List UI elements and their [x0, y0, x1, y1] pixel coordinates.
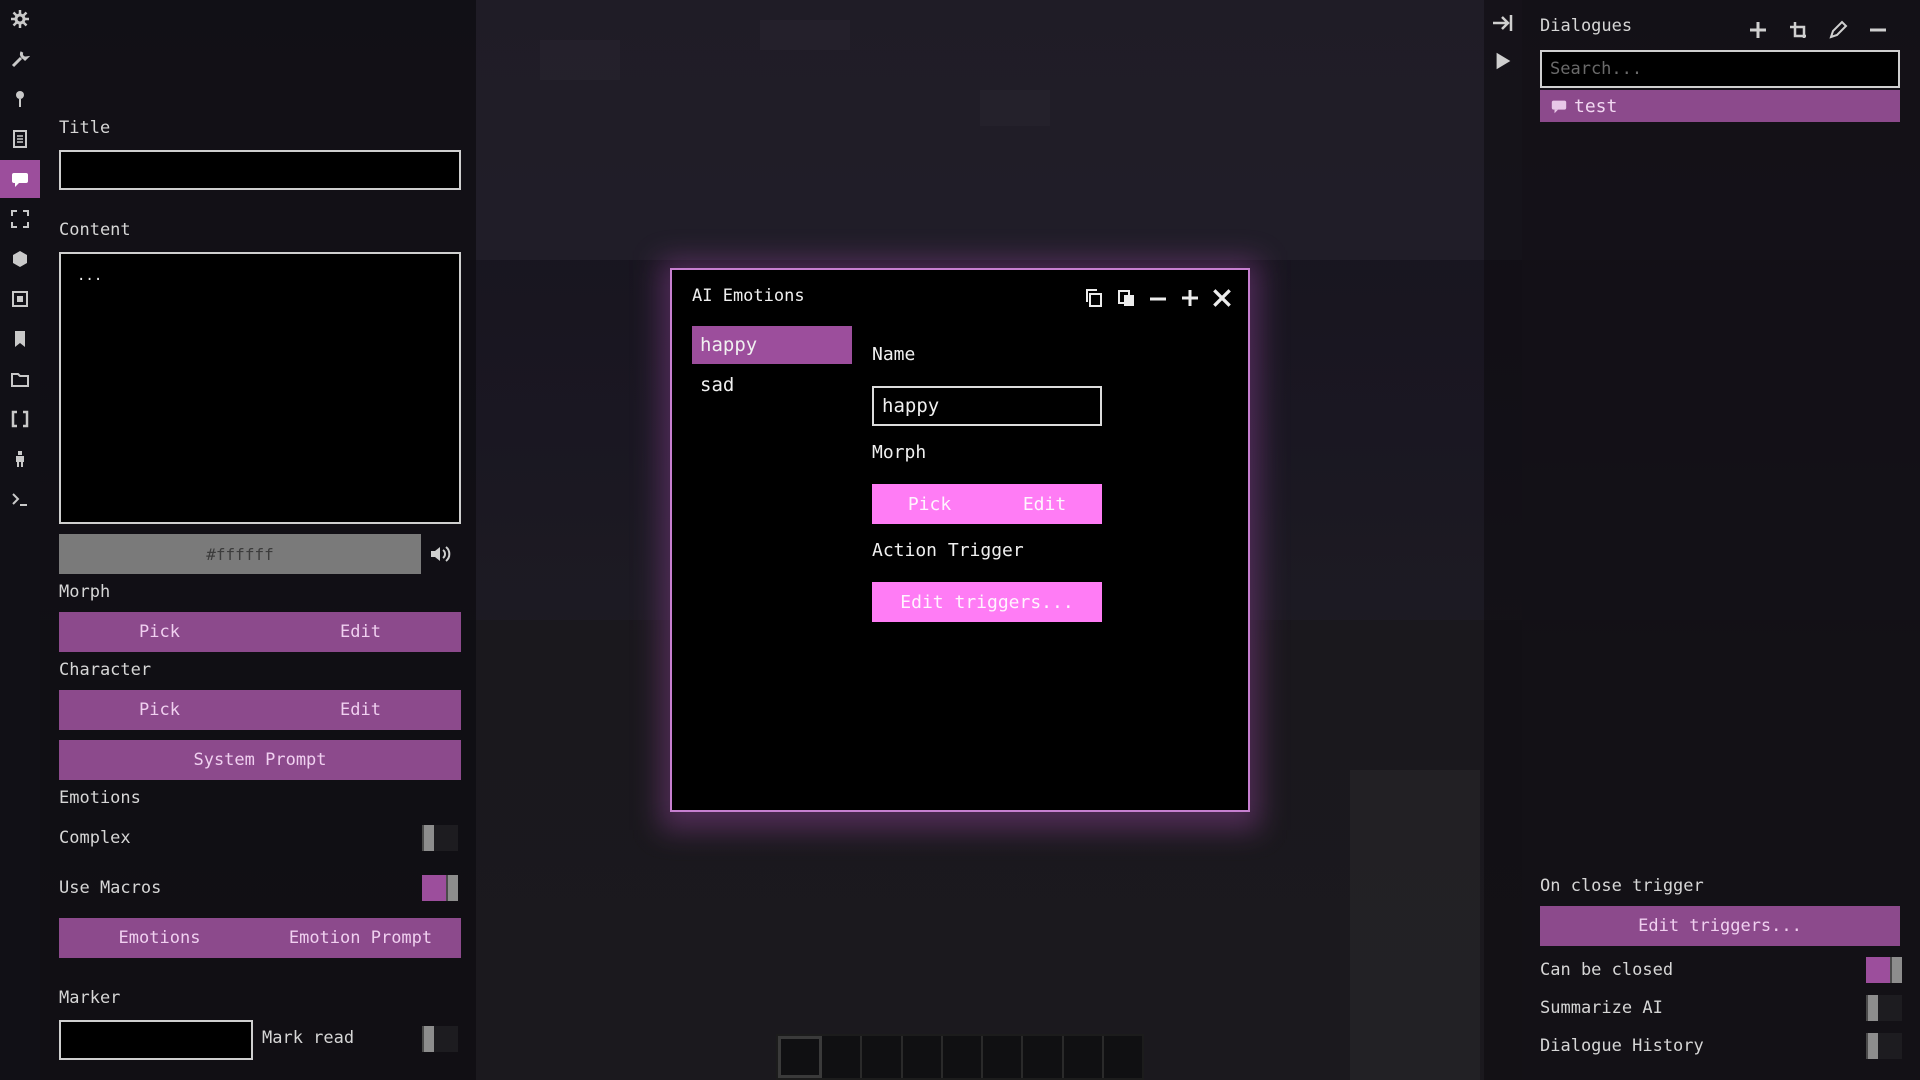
character-edit-button[interactable]: Edit — [260, 690, 461, 730]
marker-label: Marker — [59, 988, 121, 1008]
content-textarea[interactable]: ... — [59, 252, 461, 524]
morph-label: Morph — [59, 582, 111, 602]
modal-title: AI Emotions — [692, 286, 805, 306]
system-prompt-label: System Prompt — [193, 750, 327, 770]
toggle-knob — [1866, 1033, 1878, 1059]
ai-emotions-modal: AI Emotions happy sad Name happy Morph P… — [670, 268, 1250, 812]
film-icon[interactable] — [0, 280, 40, 318]
dialogue-search-input[interactable]: Search... — [1540, 50, 1900, 88]
hotbar-slot[interactable] — [1064, 1036, 1104, 1078]
on-close-edit-triggers-label: Edit triggers... — [1638, 916, 1802, 936]
content-label: Content — [59, 220, 131, 240]
hotbar — [776, 1034, 1144, 1080]
folder-icon[interactable] — [0, 360, 40, 398]
paste-icon[interactable] — [1112, 284, 1140, 312]
toggle-knob — [422, 825, 434, 851]
dialogue-list-item-label: test — [1574, 95, 1618, 117]
copy-icon[interactable] — [1080, 284, 1108, 312]
speaker-icon[interactable] — [428, 542, 454, 566]
chat-icon[interactable] — [0, 160, 40, 198]
pin-icon[interactable] — [0, 80, 40, 118]
remove-icon[interactable] — [1144, 284, 1172, 312]
dialogue-history-toggle[interactable] — [1866, 1033, 1902, 1059]
toggle-knob — [1866, 995, 1878, 1021]
toggle-knob — [422, 1026, 434, 1052]
bookmark-icon[interactable] — [0, 320, 40, 358]
fullscreen-icon[interactable] — [0, 200, 40, 238]
gear-icon[interactable] — [0, 0, 40, 38]
dialogue-history-label: Dialogue History — [1540, 1036, 1704, 1056]
can-be-closed-label: Can be closed — [1540, 960, 1674, 980]
remove-icon[interactable] — [1864, 16, 1892, 44]
emotion-list-item[interactable]: happy — [692, 326, 852, 364]
terminal-icon[interactable] — [0, 480, 40, 518]
play-icon[interactable] — [1488, 46, 1518, 76]
color-picker[interactable]: #ffffff — [59, 534, 421, 574]
figure-icon[interactable] — [0, 440, 40, 478]
use-macros-toggle[interactable] — [422, 875, 458, 901]
action-trigger-label: Action Trigger — [872, 540, 1024, 561]
add-icon[interactable] — [1176, 284, 1204, 312]
on-close-edit-triggers-button[interactable]: Edit triggers... — [1540, 906, 1900, 946]
modal-edit-triggers-label: Edit triggers... — [900, 591, 1074, 613]
side-toolbar — [1484, 0, 1522, 1080]
modal-morph-edit-button[interactable]: Edit — [987, 484, 1102, 524]
emotion-name-input[interactable]: happy — [872, 386, 1102, 426]
emotions-label: Emotions — [59, 788, 141, 808]
summarize-ai-label: Summarize AI — [1540, 998, 1663, 1018]
tool-rail — [0, 0, 40, 1080]
mark-read-label: Mark read — [262, 1028, 355, 1048]
morph-pick-button[interactable]: Pick — [59, 612, 260, 652]
modal-morph-label: Morph — [872, 442, 927, 463]
hotbar-slot[interactable] — [903, 1036, 943, 1078]
character-label: Character — [59, 660, 152, 680]
brackets-icon[interactable] — [0, 400, 40, 438]
collapse-right-icon[interactable] — [1488, 8, 1518, 38]
dialogue-list-item[interactable]: test — [1540, 90, 1900, 122]
title-input[interactable] — [59, 150, 461, 190]
hotbar-slot[interactable] — [983, 1036, 1024, 1078]
hotbar-slot[interactable] — [862, 1036, 903, 1078]
on-close-trigger-label: On close trigger — [1540, 876, 1704, 896]
emotions-buttons: Emotions Emotion Prompt — [59, 918, 461, 958]
emotion-prompt-button[interactable]: Emotion Prompt — [260, 918, 461, 958]
document-icon[interactable] — [0, 120, 40, 158]
wrench-icon[interactable] — [0, 40, 40, 78]
system-prompt-button[interactable]: System Prompt — [59, 740, 461, 780]
complex-toggle[interactable] — [422, 825, 458, 851]
emotion-list-item[interactable]: sad — [692, 366, 852, 404]
hotbar-slot[interactable] — [1023, 1036, 1064, 1078]
name-label: Name — [872, 344, 916, 365]
add-icon[interactable] — [1744, 16, 1772, 44]
morph-buttons: Pick Edit — [59, 612, 461, 652]
chat-icon — [1551, 100, 1567, 114]
dialogues-title: Dialogues — [1540, 16, 1633, 36]
modal-edit-triggers-button[interactable]: Edit triggers... — [872, 582, 1102, 622]
add-folder-icon[interactable] — [1784, 16, 1812, 44]
character-pick-button[interactable]: Pick — [59, 690, 260, 730]
morph-edit-button[interactable]: Edit — [260, 612, 461, 652]
marker-input[interactable] — [59, 1020, 253, 1060]
hotbar-slot[interactable] — [943, 1036, 984, 1078]
hotbar-slot[interactable] — [822, 1036, 863, 1078]
hotbar-slot[interactable] — [778, 1036, 823, 1078]
can-be-closed-toggle[interactable] — [1866, 957, 1902, 983]
toggle-knob — [1890, 957, 1902, 983]
character-buttons: Pick Edit — [59, 690, 461, 730]
title-label: Title — [59, 118, 111, 138]
close-icon[interactable] — [1208, 284, 1236, 312]
complex-label: Complex — [59, 828, 131, 848]
cube-icon[interactable] — [0, 240, 40, 278]
pencil-icon[interactable] — [1824, 16, 1852, 44]
emotions-button[interactable]: Emotions — [59, 918, 260, 958]
summarize-ai-toggle[interactable] — [1866, 995, 1902, 1021]
toggle-knob — [446, 875, 458, 901]
modal-morph-pick-button[interactable]: Pick — [872, 484, 987, 524]
use-macros-label: Use Macros — [59, 878, 162, 898]
hotbar-slot[interactable] — [1104, 1036, 1142, 1078]
modal-morph-buttons: Pick Edit — [872, 484, 1102, 524]
mark-read-toggle[interactable] — [422, 1026, 458, 1052]
